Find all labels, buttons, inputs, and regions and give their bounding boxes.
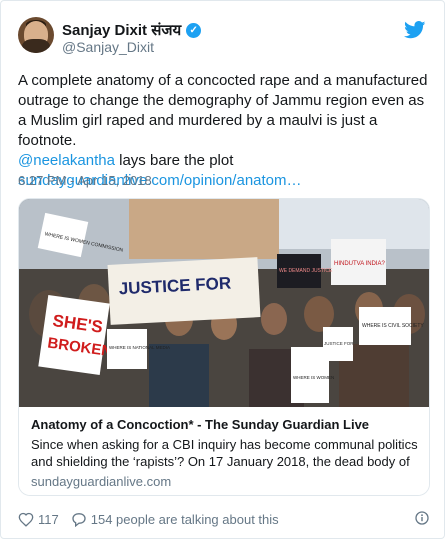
sign-where-is-women: WHERE IS WOMEN <box>293 375 334 380</box>
tweet-header: Sanjay Dixit संजय ✓ @Sanjay_Dixit <box>18 17 430 61</box>
link-preview-card[interactable]: JUSTICE FOR SHE'S BROKEN. WHERE IS WOMEN… <box>18 198 430 496</box>
author-name-row: Sanjay Dixit संजय ✓ <box>62 20 202 40</box>
tweet-timestamp[interactable]: 6:27 PM - Apr 15, 2018 <box>18 173 152 188</box>
sign-civil-society: WHERE IS CIVIL SOCIETY <box>362 323 424 329</box>
tweet-actions: 117 154 people are talking about this <box>18 509 291 529</box>
sign-we-demand: WE DEMAND JUSTICE <box>279 268 333 274</box>
link-card-body[interactable]: Anatomy of a Concoction* - The Sunday Gu… <box>19 407 429 495</box>
card-description: Since when asking for a CBI inquiry has … <box>31 437 418 469</box>
mention-link[interactable]: @neelakantha <box>18 152 115 169</box>
verified-badge-icon: ✓ <box>186 22 202 38</box>
comment-icon <box>72 512 86 527</box>
mention-suffix: lays bare the plot <box>114 152 234 169</box>
tweet-card: Sanjay Dixit संजय ✓ @Sanjay_Dixit A comp… <box>0 0 445 539</box>
info-icon[interactable] <box>415 511 429 525</box>
author-name[interactable]: Sanjay Dixit संजय <box>62 20 181 40</box>
article-image: JUSTICE FOR SHE'S BROKEN. WHERE IS WOMEN… <box>19 199 429 407</box>
heart-icon <box>18 512 34 527</box>
card-title[interactable]: Anatomy of a Concoction* - The Sunday Gu… <box>31 416 419 433</box>
author-handle[interactable]: @Sanjay_Dixit <box>62 39 154 55</box>
twitter-bird-icon[interactable] <box>404 21 426 39</box>
comment-action[interactable]: 154 people are talking about this <box>71 512 279 527</box>
talking-count: 154 people are talking about this <box>90 511 279 527</box>
avatar[interactable] <box>18 17 54 53</box>
sign-national-media: WHERE IS NATIONAL MEDIA <box>109 345 170 350</box>
like-count: 117 <box>38 511 59 527</box>
like-action[interactable]: 117 <box>18 512 59 527</box>
card-domain: sundayguardianlive.com <box>31 474 172 489</box>
sign-hindutva: HINDUTVA INDIA? <box>334 261 386 267</box>
sign-justice-small: JUSTICE FOR <box>324 341 354 346</box>
tweet-body: A complete anatomy of a concocted rape a… <box>18 72 428 149</box>
